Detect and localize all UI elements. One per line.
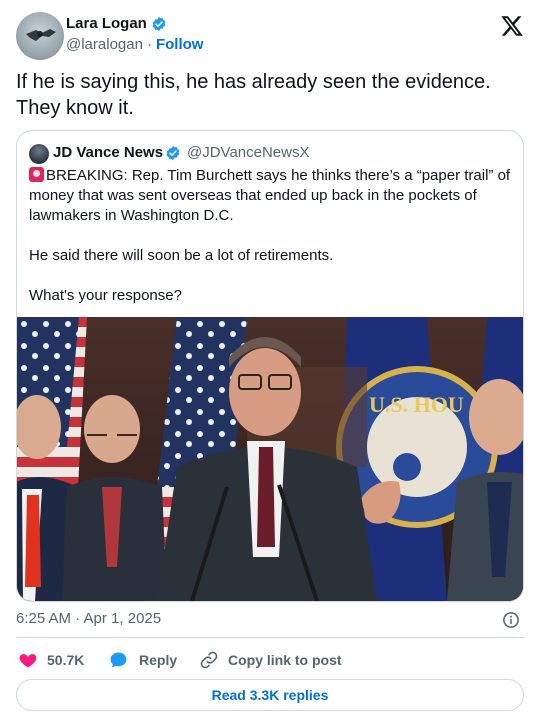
photo-illustration: U.S. HOU xyxy=(17,317,523,601)
like-count: 50.7K xyxy=(47,652,85,668)
quoted-tweet-card[interactable]: JD Vance News @JDVanceNewsX BREAKING: Re… xyxy=(16,130,524,602)
quoted-paragraph: BREAKING: Rep. Tim Burchett says he thin… xyxy=(29,166,513,226)
quoted-paragraph: He said there will soon be a lot of reti… xyxy=(29,247,334,264)
link-icon xyxy=(200,651,218,669)
heart-icon xyxy=(19,654,37,668)
quoted-author-handle: @JDVanceNewsX xyxy=(187,144,310,161)
info-icon[interactable] xyxy=(502,611,520,629)
reply-button[interactable]: Reply xyxy=(108,650,180,670)
handle-separator: · xyxy=(146,36,152,53)
x-logo-icon[interactable] xyxy=(500,14,524,38)
quoted-paragraph: What's your response? xyxy=(29,287,182,304)
author-avatar[interactable] xyxy=(16,12,64,60)
tweet-embed: Lara Logan @laralogan · Follow If he is sa… xyxy=(0,0,540,727)
quoted-author-avatar xyxy=(29,144,49,164)
like-button[interactable]: 50.7K xyxy=(18,650,88,670)
follow-link[interactable]: Follow xyxy=(156,36,204,53)
author-handle[interactable]: @laralogan xyxy=(66,36,143,53)
author-handle-line: @laralogan · Follow xyxy=(66,36,203,54)
verified-badge-icon xyxy=(166,146,180,160)
verified-badge-icon xyxy=(152,17,166,31)
copy-link-button[interactable]: Copy link to post xyxy=(199,650,344,670)
post-timestamp[interactable]: 6:25 AM · Apr 1, 2025 xyxy=(16,610,161,628)
reply-bubble-icon xyxy=(110,652,127,668)
author-name[interactable]: Lara Logan xyxy=(66,15,147,33)
press-conference-photo[interactable]: U.S. HOU xyxy=(17,317,523,601)
copy-link-label: Copy link to post xyxy=(228,652,342,668)
siren-icon xyxy=(29,167,44,182)
divider xyxy=(16,637,524,638)
reply-label: Reply xyxy=(139,652,178,668)
read-replies-button[interactable]: Read 3.3K replies xyxy=(16,679,524,711)
quoted-tweet-text: BREAKING: Rep. Tim Burchett says he thin… xyxy=(29,166,513,306)
quoted-author-name: JD Vance News xyxy=(53,144,164,161)
tweet-text: If he is saying this, he has already see… xyxy=(16,71,491,119)
seal-text: U.S. HOU xyxy=(369,392,464,417)
quoted-paragraph-text: BREAKING: Rep. Tim Burchett says he thin… xyxy=(29,167,511,224)
